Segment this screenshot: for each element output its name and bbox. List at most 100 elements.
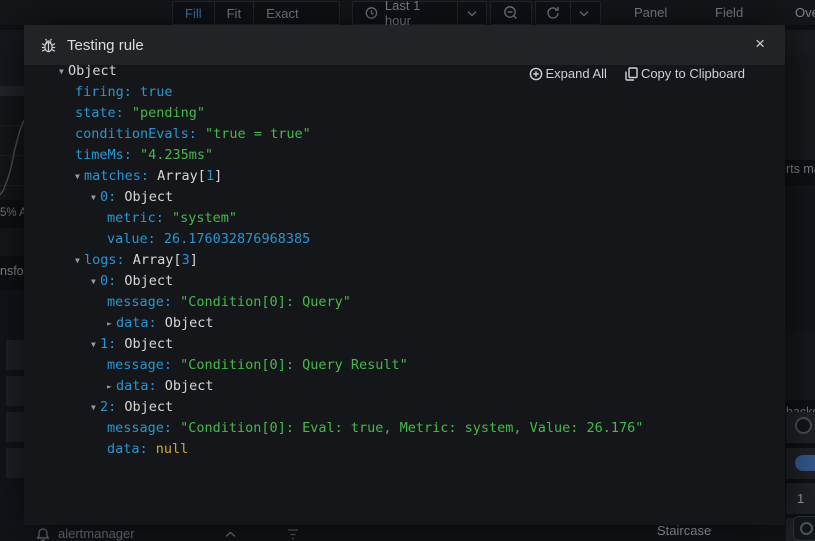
json-tree-row[interactable]: ►data: Object [24, 313, 785, 334]
expand-arrow-icon[interactable]: ► [107, 376, 116, 397]
bug-icon [40, 37, 57, 54]
json-value: Object [124, 273, 173, 289]
json-tree-row: metric: "system" [24, 208, 785, 229]
zoom-out-button[interactable] [503, 2, 519, 24]
refresh-interval-dropdown-button[interactable] [571, 2, 597, 24]
json-key: data: [116, 378, 165, 394]
number-input[interactable]: 1 [786, 483, 815, 514]
json-tree-row: conditionEvals: "true = true" [24, 124, 785, 145]
json-value: Array[ [133, 252, 182, 268]
refresh-icon [546, 6, 560, 20]
json-tree-row[interactable]: ▼Object [24, 61, 785, 82]
collapse-arrow-icon[interactable]: ▼ [91, 187, 100, 208]
collapse-arrow-icon[interactable]: ▼ [59, 61, 68, 82]
json-key: data: [116, 315, 165, 331]
json-value: true [140, 84, 173, 100]
tab-field[interactable]: Field [715, 0, 743, 25]
json-tree-row: timeMs: "4.235ms" [24, 145, 785, 166]
json-value: Object [68, 63, 117, 79]
fit-mode-button[interactable]: Fit [215, 2, 254, 24]
clock-icon [365, 6, 378, 20]
right-text-fragment: rts ma [786, 162, 815, 176]
json-key: value: [107, 231, 164, 247]
json-value: Object [165, 315, 214, 331]
json-tree-row[interactable]: ▼1: Object [24, 334, 785, 355]
json-key: timeMs: [75, 147, 140, 163]
json-value: ] [190, 252, 198, 268]
collapse-arrow-icon[interactable]: ▼ [91, 334, 100, 355]
json-value: ] [214, 168, 222, 184]
background-search-control[interactable] [793, 516, 815, 541]
modal-title: Testing rule [67, 37, 144, 54]
json-tree-row: message: "Condition[0]: Eval: true, Metr… [24, 418, 785, 439]
json-tree-row[interactable]: ▼logs: Array[3] [24, 250, 785, 271]
json-key: message: [107, 420, 180, 436]
chevron-up-icon[interactable] [225, 531, 236, 538]
json-key: 0: [100, 189, 124, 205]
refresh-group [535, 1, 601, 25]
json-tree-row: data: null [24, 439, 785, 460]
json-tree-row: message: "Condition[0]: Query Result" [24, 355, 785, 376]
time-range-group: Last 1 hour [352, 1, 487, 25]
json-value: "system" [172, 210, 237, 226]
json-tree-row[interactable]: ▼matches: Array[1] [24, 166, 785, 187]
staircase-option-label: Staircase [657, 523, 711, 538]
json-tree-row: firing: true [24, 82, 785, 103]
json-tree-row[interactable]: ▼0: Object [24, 271, 785, 292]
json-key: message: [107, 357, 180, 373]
collapse-arrow-icon[interactable]: ▼ [91, 271, 100, 292]
tab-panel[interactable]: Panel [634, 0, 667, 25]
time-range-picker[interactable]: Last 1 hour [353, 2, 458, 24]
json-key: data: [107, 441, 156, 457]
json-key: 1: [100, 336, 124, 352]
collapse-arrow-icon[interactable]: ▼ [75, 166, 84, 187]
time-range-dropdown-button[interactable] [458, 2, 486, 24]
json-tree-row[interactable]: ▼0: Object [24, 187, 785, 208]
toggle-off-switch[interactable] [795, 417, 812, 434]
right-panel-fragment [785, 185, 815, 330]
close-icon[interactable]: × [755, 34, 765, 54]
json-tree-row: value: 26.176032876968385 [24, 229, 785, 250]
number-input-value: 1 [797, 491, 804, 506]
json-value: Array[ [157, 168, 206, 184]
json-key: state: [75, 105, 132, 121]
json-value: Object [165, 378, 214, 394]
json-tree-row[interactable]: ►data: Object [24, 376, 785, 397]
graph-line [0, 96, 24, 200]
fill-mode-button[interactable]: Fill [173, 2, 215, 24]
toggle-on-switch[interactable] [795, 455, 815, 471]
json-tree-row: state: "pending" [24, 103, 785, 124]
magnifier-icon [800, 522, 813, 535]
refresh-button[interactable] [536, 2, 571, 24]
collapse-arrow-icon[interactable]: ▼ [91, 397, 100, 418]
json-key: firing: [75, 84, 140, 100]
json-value: "Condition[0]: Query" [180, 294, 351, 310]
expand-arrow-icon[interactable]: ► [107, 313, 116, 334]
right-panel-fragment [785, 55, 815, 160]
testing-rule-modal: Testing rule × Expand All Copy to Clipbo… [24, 25, 785, 525]
right-panel-header-fragment [785, 30, 815, 55]
transform-tab-fragment[interactable]: nsfo [0, 264, 24, 278]
json-array-count: 1 [206, 168, 214, 184]
json-array-count: 3 [182, 252, 190, 268]
json-value: Object [124, 336, 173, 352]
json-key: conditionEvals: [75, 126, 205, 142]
exact-mode-button[interactable]: Exact [254, 2, 311, 24]
collapse-arrow-icon[interactable]: ▼ [75, 250, 84, 271]
json-value: "true = true" [205, 126, 311, 142]
tab-overrides[interactable]: Ove [795, 0, 815, 25]
alertmanager-icon [36, 528, 50, 541]
json-key: 0: [100, 273, 124, 289]
filter-icon[interactable] [287, 529, 299, 540]
left-options-fragment [0, 290, 24, 525]
alertmanager-label[interactable]: alertmanager [58, 526, 135, 541]
top-toolbar: Fill Fit Exact Last 1 hour [0, 0, 815, 25]
json-tree-row: message: "Condition[0]: Query" [24, 292, 785, 313]
json-tree-row[interactable]: ▼2: Object [24, 397, 785, 418]
chevron-down-icon [579, 10, 589, 17]
json-key: matches: [84, 168, 157, 184]
json-key: 2: [100, 399, 124, 415]
modal-header[interactable]: Testing rule × [24, 25, 785, 65]
zoom-out-group [490, 1, 532, 25]
left-panel-strip [0, 86, 24, 96]
